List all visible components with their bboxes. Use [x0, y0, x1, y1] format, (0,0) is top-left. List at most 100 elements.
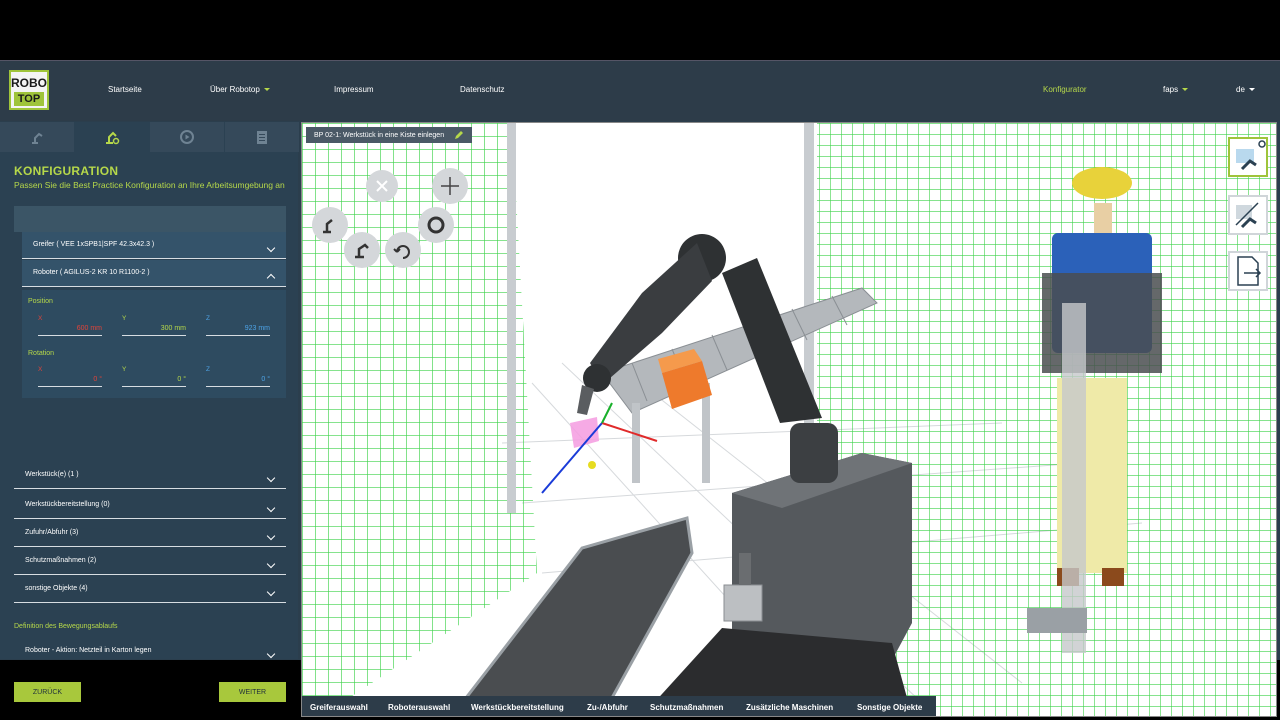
category-bar: Greiferauswahl Roboterauswahl Werkstückb… — [302, 696, 936, 716]
gizmo-handle[interactable] — [588, 461, 596, 469]
chevron-up-icon — [266, 273, 276, 283]
chevron-down-icon — [263, 88, 270, 92]
rotation-y-input[interactable]: 0 ° — [122, 376, 186, 387]
motion-definition-heading: Definition des Bewegungsablaufs — [14, 623, 118, 630]
position-x-input[interactable]: 600 mm — [38, 325, 102, 336]
robot-configure-icon — [106, 131, 120, 145]
position-z-label: Z — [206, 315, 210, 322]
robot-arm-icon — [32, 132, 43, 144]
section-feed-label: Zufuhr/Abfuhr (3) — [25, 529, 79, 536]
section-feed[interactable]: Zufuhr/Abfuhr (3) — [14, 520, 286, 547]
nav-impressum[interactable]: Impressum — [334, 85, 374, 94]
user-name: faps — [1163, 85, 1179, 94]
category-gripper[interactable]: Greiferauswahl — [310, 703, 368, 712]
chevron-down-icon — [266, 531, 276, 541]
category-protection[interactable]: Schutzmaßnahmen — [650, 703, 723, 712]
nav-home[interactable]: Startseite — [108, 85, 142, 94]
pencil-icon[interactable] — [454, 130, 464, 140]
rotation-z-input[interactable]: 0 ° — [206, 376, 270, 387]
section-robot[interactable]: Roboter ( AGILUS-2 KR 10 R1100-2 ) — [22, 260, 286, 287]
section-other-objects[interactable]: sonstige Objekte (4) — [14, 576, 286, 603]
nav-language-menu[interactable]: de — [1236, 85, 1255, 94]
view-toggle-robot[interactable] — [1228, 137, 1268, 177]
tab-report[interactable] — [225, 122, 299, 152]
rotate-button[interactable] — [418, 207, 454, 243]
position-z-input[interactable]: 923 mm — [206, 325, 270, 336]
robot-visibility-icon — [1236, 140, 1266, 171]
workpiece-grey[interactable] — [723, 584, 763, 622]
nav-about-label: Über Robotop — [210, 85, 260, 94]
category-feed[interactable]: Zu-/Abfuhr — [587, 703, 628, 712]
fence-post — [507, 123, 516, 513]
chevron-down-icon — [266, 559, 276, 569]
3d-viewport[interactable]: BP 02-1: Werkstück in eine Kiste einlege… — [301, 122, 1277, 717]
chevron-down-icon — [266, 473, 276, 483]
category-workpiece-supply[interactable]: Werkstückbereitstellung — [471, 703, 564, 712]
section-gripper-label: Greifer ( VEE 1xSPB1|SPF 42.3x42.3 ) — [33, 241, 155, 248]
robot-config-button[interactable] — [344, 232, 380, 268]
position-z-unit: mm — [258, 325, 270, 332]
section-workpieces-label: Werkstück(e) (1 ) — [25, 471, 79, 478]
radial-tool-menu — [312, 168, 468, 268]
rotation-z-unit: ° — [267, 376, 270, 383]
rotation-z-label: Z — [206, 366, 210, 373]
position-x-unit: mm — [90, 325, 102, 332]
back-button[interactable]: ZURÜCK — [14, 682, 81, 702]
rotation-y-label: Y — [122, 366, 127, 373]
robot-pose-panel: Position X Y Z 600 mm 300 mm 923 mm Rota… — [22, 290, 286, 398]
robotop-logo[interactable]: ROBO TOP — [9, 70, 49, 110]
position-y-label: Y — [122, 315, 127, 322]
nav-configurator[interactable]: Konfigurator — [1043, 85, 1087, 94]
chevron-down-icon — [266, 243, 276, 253]
conveyor-leg — [632, 403, 640, 483]
gear-play-icon — [180, 130, 194, 144]
scenario-title-text: BP 02-1: Werkstück in eine Kiste einlege… — [314, 131, 445, 139]
sidebar-title: KONFIGURATION — [14, 164, 119, 178]
next-button[interactable]: WEITER — [219, 682, 286, 702]
sidebar-subtitle: Passen Sie die Best Practice Konfigurati… — [14, 180, 285, 190]
export-file-icon — [1237, 256, 1262, 286]
nav-privacy[interactable]: Datenschutz — [460, 85, 504, 94]
category-robot[interactable]: Roboterauswahl — [388, 703, 450, 712]
config-header-bar — [14, 206, 286, 232]
section-gripper[interactable]: Greifer ( VEE 1xSPB1|SPF 42.3x42.3 ) — [22, 232, 286, 259]
export-button[interactable] — [1228, 251, 1268, 291]
tab-simulation[interactable] — [150, 122, 224, 152]
chevron-down-icon — [1182, 88, 1189, 92]
position-label: Position — [28, 298, 53, 305]
robot-select-button[interactable] — [312, 207, 348, 243]
section-workpieces[interactable]: Werkstück(e) (1 ) — [14, 462, 286, 489]
language-code: de — [1236, 85, 1245, 94]
undo-button[interactable] — [385, 232, 421, 268]
nav-about[interactable]: Über Robotop — [210, 85, 270, 94]
clipboard-icon — [257, 131, 267, 144]
section-robot-label: Roboter ( AGILUS-2 KR 10 R1100-2 ) — [33, 269, 150, 276]
position-x-value: 600 — [76, 325, 89, 332]
rotation-x-input[interactable]: 0 ° — [38, 376, 102, 387]
section-protection[interactable]: Schutzmaßnahmen (2) — [14, 548, 286, 575]
sidebar-tabs — [0, 122, 299, 152]
tab-configuration[interactable] — [75, 122, 149, 152]
top-navigation: ROBO TOP Startseite Über Robotop Impress… — [0, 60, 1280, 121]
position-y-value: 300 — [160, 325, 173, 332]
rotation-x-label: X — [38, 366, 43, 373]
section-other-objects-label: sonstige Objekte (4) — [25, 585, 88, 592]
gripper-tool — [739, 553, 751, 585]
category-machines[interactable]: Zusätzliche Maschinen — [746, 703, 833, 712]
category-other-objects[interactable]: Sonstige Objekte — [857, 703, 922, 712]
motion-action-label: Roboter - Aktion: Netzteil in Karton leg… — [25, 647, 152, 654]
rotation-x-value: 0 — [93, 376, 98, 383]
rotation-x-unit: ° — [99, 376, 102, 383]
scenario-title[interactable]: BP 02-1: Werkstück in eine Kiste einlege… — [306, 127, 473, 143]
position-x-label: X — [38, 315, 43, 322]
tab-robot-selection[interactable] — [0, 122, 74, 152]
position-y-input[interactable]: 300 mm — [122, 325, 186, 336]
rotation-z-value: 0 — [261, 376, 266, 383]
section-workpiece-supply[interactable]: Werkstückbereitstellung (0) — [14, 492, 286, 519]
view-toggle-config[interactable] — [1228, 195, 1268, 235]
position-y-unit: mm — [174, 325, 186, 332]
rotation-label: Rotation — [28, 350, 55, 357]
motion-action-item[interactable]: Roboter - Aktion: Netzteil in Karton leg… — [14, 638, 286, 664]
chevron-down-icon — [1248, 88, 1255, 92]
nav-user-menu[interactable]: faps — [1163, 85, 1189, 94]
